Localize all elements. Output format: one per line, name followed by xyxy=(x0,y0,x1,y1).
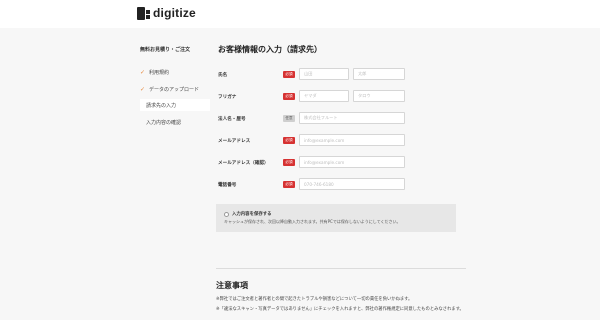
email-confirm-input[interactable]: info@example.com xyxy=(299,156,405,168)
step-billing[interactable]: 請求先の入力 xyxy=(140,99,210,111)
divider xyxy=(216,268,466,269)
required-badge: 必須 xyxy=(283,93,295,100)
check-icon: ✓ xyxy=(140,85,146,93)
company-label: 法人名・屋号 xyxy=(218,117,246,122)
logo-text: digitize xyxy=(153,6,196,20)
required-badge: 必須 xyxy=(283,71,295,78)
optional-badge: 任意 xyxy=(283,115,295,122)
logo[interactable]: digitize xyxy=(137,6,196,20)
step-confirm[interactable]: 入力内容の確認 xyxy=(140,116,181,128)
save-title: 入力内容を保存する xyxy=(232,212,272,217)
email-input[interactable]: info@example.com xyxy=(299,134,405,146)
save-input-box: 入力内容を保存する キャッシュが保存され、次回以降自動入力されます。共有PCでは… xyxy=(216,204,456,232)
last-name-kana-input[interactable]: ヤマダ xyxy=(299,90,349,102)
step-label: 利用規約 xyxy=(149,69,170,76)
page-title: お客様情報の入力（請求先） xyxy=(218,45,322,54)
note-line: ※「違法なスキャン・写真データではありません」にチェックを入れますと、弊社の著作… xyxy=(216,307,464,312)
step-label: 請求先の入力 xyxy=(146,102,177,109)
step-upload[interactable]: ✓ データのアップロード xyxy=(140,83,199,95)
required-badge: 必須 xyxy=(283,181,295,188)
step-label: データのアップロード xyxy=(149,86,200,93)
notes-title: 注意事項 xyxy=(216,281,248,290)
logo-mark-icon xyxy=(137,6,150,20)
step-label: 入力内容の確認 xyxy=(146,119,182,126)
email-confirm-label: メールアドレス（確認） xyxy=(218,161,269,166)
top-bar: digitize xyxy=(0,0,600,28)
step-terms[interactable]: ✓ 利用規約 xyxy=(140,66,169,78)
required-badge: 必須 xyxy=(283,159,295,166)
first-name-kana-input[interactable]: タロウ xyxy=(353,90,405,102)
required-badge: 必須 xyxy=(283,137,295,144)
email-label: メールアドレス xyxy=(218,139,251,144)
first-name-input[interactable]: 太郎 xyxy=(353,68,405,80)
check-icon: ✓ xyxy=(140,68,146,76)
save-description: キャッシュが保存され、次回以降自動入力されます。共有PCでは保存しないようにして… xyxy=(224,219,401,224)
furigana-label: フリガナ xyxy=(218,95,237,100)
note-line: ※弊社ではご注文者と著作者との間で起きたトラブルや損害などについて一切の責任を負… xyxy=(216,297,413,302)
last-name-input[interactable]: 山田 xyxy=(299,68,349,80)
phone-label: 電話番号 xyxy=(218,183,237,188)
save-radio[interactable] xyxy=(224,212,229,217)
main-content: 無料お見積り・ご注文 ✓ 利用規約 ✓ データのアップロード 請求先の入力 入力… xyxy=(0,28,600,320)
phone-input[interactable]: 070-746-6180 xyxy=(299,178,405,190)
company-input[interactable]: 株式会社フルート xyxy=(299,112,405,124)
sidebar-title: 無料お見積り・ご注文 xyxy=(140,47,191,53)
name-label: 氏名 xyxy=(218,73,228,78)
